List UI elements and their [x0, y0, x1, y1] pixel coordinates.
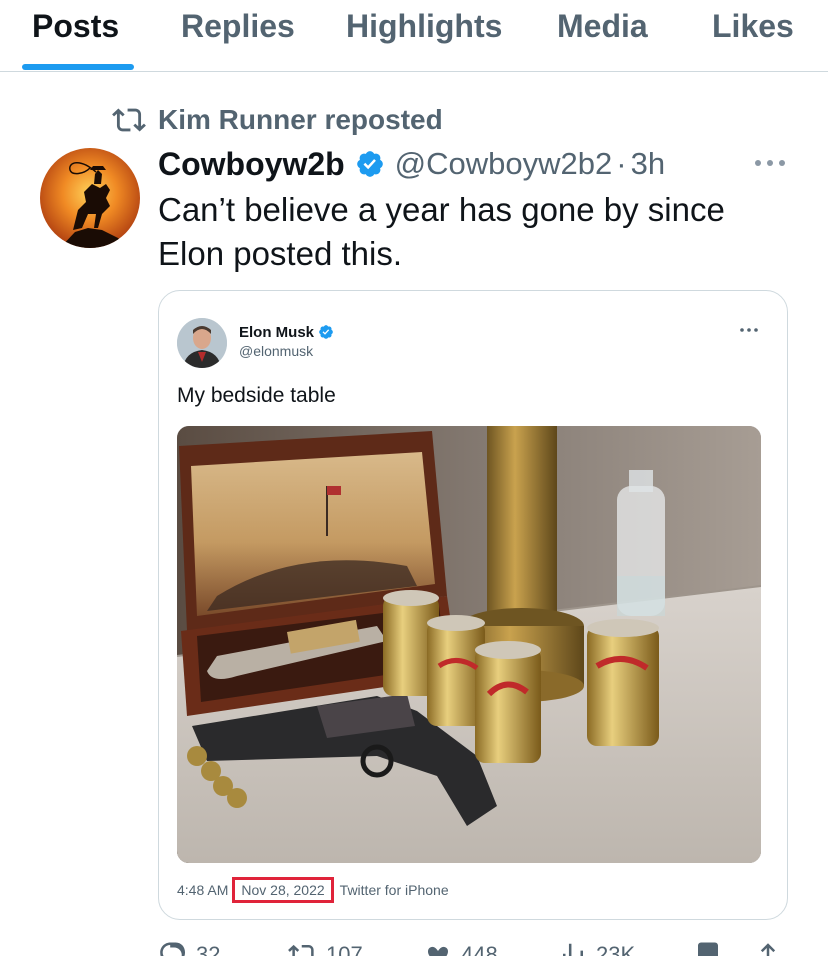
author-avatar[interactable]: [40, 148, 140, 248]
more-icon[interactable]: [752, 148, 788, 178]
post-time[interactable]: 3h: [631, 146, 665, 182]
share-icon: [760, 943, 776, 956]
more-icon[interactable]: [739, 323, 759, 337]
author-handle[interactable]: @Cowboyw2b2: [395, 146, 613, 182]
quoted-author-name[interactable]: Elon Musk: [239, 324, 314, 341]
tab-highlights[interactable]: Highlights: [346, 4, 502, 48]
quoted-post-meta: 4:48 AM Nov 28, 2022 Twitter for iPhone: [177, 877, 449, 903]
post-header: Cowboyw2b @Cowboyw2b2 · 3h: [158, 142, 665, 186]
reply-count: 32: [196, 942, 221, 956]
bookmark-button[interactable]: [693, 940, 731, 956]
repost-icon: [288, 944, 314, 956]
quoted-author-avatar[interactable]: [177, 318, 227, 368]
heart-icon: [428, 946, 448, 956]
quoted-post-date-highlighted[interactable]: Nov 28, 2022: [232, 877, 334, 903]
profile-tabs: Posts Replies Highlights Media Likes: [0, 0, 828, 72]
share-button[interactable]: [753, 940, 791, 956]
repost-text: Kim Runner reposted: [158, 104, 443, 135]
tab-posts[interactable]: Posts: [32, 4, 119, 48]
quoted-post-client: Twitter for iPhone: [339, 882, 449, 898]
verified-badge-icon[interactable]: [355, 149, 385, 179]
repost-count: 107: [326, 942, 363, 956]
views-icon: [563, 943, 583, 956]
quoted-post-time[interactable]: 4:48 AM: [177, 882, 228, 898]
quoted-author-handle[interactable]: @elonmusk: [239, 343, 313, 359]
tab-replies[interactable]: Replies: [181, 4, 295, 48]
views-count: 23K: [596, 942, 636, 956]
tab-media[interactable]: Media: [557, 4, 648, 48]
tab-likes[interactable]: Likes: [712, 4, 794, 48]
repost-icon: [112, 108, 146, 132]
like-button[interactable]: 448: [423, 940, 498, 956]
post-action-bar: 32 107 448 23K: [158, 930, 788, 956]
repost-context[interactable]: Kim Runner reposted: [112, 100, 443, 140]
quoted-post-photo[interactable]: [177, 426, 761, 863]
post-text: Can’t believe a year has gone by since E…: [158, 191, 725, 272]
cowboy-silhouette-avatar-image: [40, 148, 140, 248]
author-name[interactable]: Cowboyw2b: [158, 146, 345, 183]
repost-button[interactable]: 107: [288, 940, 363, 956]
views-button[interactable]: 23K: [558, 940, 635, 956]
bedside-table-photo: [177, 426, 761, 863]
elon-avatar-image: [177, 318, 227, 368]
quoted-post-card[interactable]: Elon Musk @elonmusk My bedside table 4:4…: [158, 290, 788, 920]
reply-icon: [160, 942, 186, 956]
reply-button[interactable]: 32: [158, 940, 220, 956]
quoted-header: Elon Musk: [239, 321, 334, 343]
separator-dot: ·: [616, 146, 627, 181]
verified-badge-icon: [319, 325, 333, 339]
active-tab-indicator: [22, 64, 134, 70]
quoted-post-text: My bedside table: [177, 384, 336, 407]
like-count: 448: [461, 942, 498, 956]
bookmark-icon: [698, 942, 718, 956]
